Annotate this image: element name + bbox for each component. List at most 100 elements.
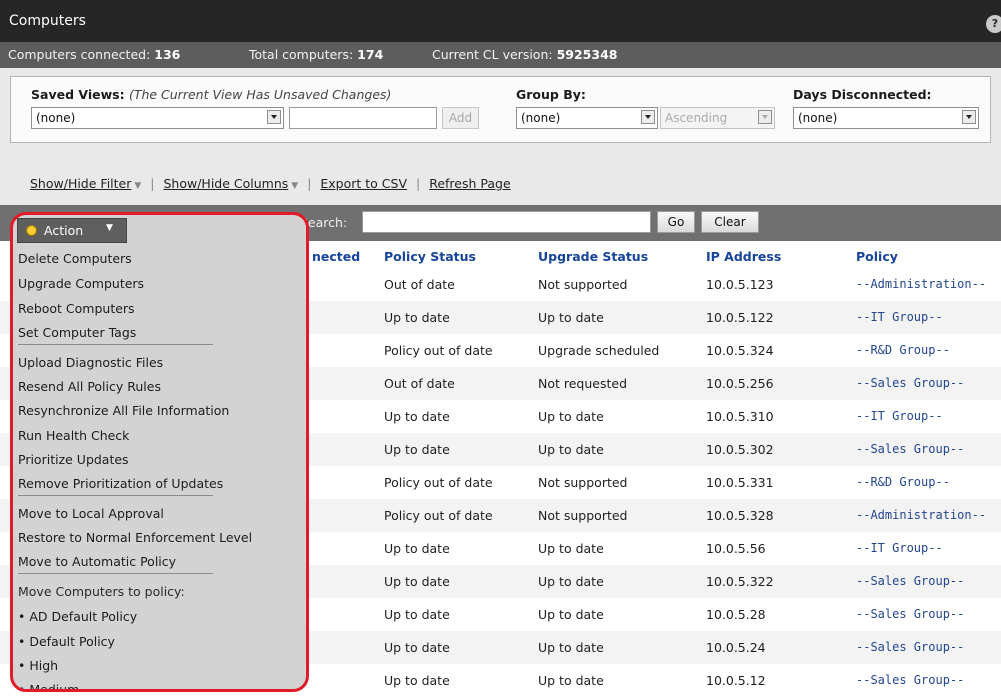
policy-cell[interactable]: --Administration-- [856,508,986,522]
action-menu: Action ▼ Delete Computers Upgrade Compute… [10,212,309,692]
view-links-bar: Show/Hide Filter ▼ | Show/Hide Columns ▼ |… [30,176,511,191]
policy-cell[interactable]: --Sales Group-- [856,640,964,654]
menu-item-resynchronize-all-file-information[interactable]: Resynchronize All File Information [18,403,229,418]
menu-separator [18,495,213,496]
upgrade-status-cell: Up to date [538,310,604,325]
menu-item-ad-default-policy[interactable]: • AD Default Policy [18,609,137,624]
policy-cell[interactable]: --IT Group-- [856,310,943,324]
sort-order-select[interactable]: Ascending [660,107,775,129]
upgrade-status-cell: Not supported [538,277,628,292]
caret-down-icon: ▼ [134,181,142,191]
policy-cell[interactable]: --IT Group-- [856,541,943,555]
upgrade-status-cell: Up to date [538,607,604,622]
cl-version-stat: Current CL version: 5925348 [432,47,618,62]
policy-status-cell: Up to date [384,673,450,688]
view-name-input[interactable] [289,107,437,129]
menu-item-restore-to-normal-enforcement-level[interactable]: Restore to Normal Enforcement Level [18,530,252,545]
menu-item-move-to-local-approval[interactable]: Move to Local Approval [18,506,164,521]
policy-status-cell: Up to date [384,640,450,655]
policy-status-cell: Up to date [384,541,450,556]
saved-views-select[interactable]: (none) [31,107,284,129]
menu-item-default-policy[interactable]: • Default Policy [18,634,115,649]
policy-cell[interactable]: --R&D Group-- [856,475,950,489]
policy-cell[interactable]: --Sales Group-- [856,376,964,390]
upgrade-status-cell: Up to date [538,673,604,688]
days-disconnected-select[interactable]: (none) [793,107,979,129]
policy-cell[interactable]: --R&D Group-- [856,343,950,357]
policy-cell[interactable]: --Administration-- [856,277,986,291]
clear-button[interactable]: Clear [701,211,759,233]
policy-status-cell: Policy out of date [384,343,493,358]
menu-item-run-health-check[interactable]: Run Health Check [18,428,129,443]
shield-icon [26,225,37,236]
ip-address-cell: 10.0.5.324 [706,343,774,358]
total-computers-stat: Total computers: 174 [249,47,384,62]
menu-item-upload-diagnostic-files[interactable]: Upload Diagnostic Files [18,355,163,370]
policy-cell[interactable]: --Sales Group-- [856,607,964,621]
menu-item-reboot-computers[interactable]: Reboot Computers [18,301,135,316]
menu-item-upgrade-computers[interactable]: Upgrade Computers [18,276,144,291]
policy-status-cell: Up to date [384,442,450,457]
column-header-upgrade-status[interactable]: Upgrade Status [538,249,648,264]
title-bar: Computers ? [0,0,1001,42]
menu-item-resend-all-policy-rules[interactable]: Resend All Policy Rules [18,379,161,394]
ip-address-cell: 10.0.5.28 [706,607,766,622]
group-by-select[interactable]: (none) [516,107,658,129]
ip-address-cell: 10.0.5.122 [706,310,774,325]
show-hide-filter-link[interactable]: Show/Hide Filter [30,176,131,191]
upgrade-status-cell: Up to date [538,541,604,556]
policy-status-cell: Up to date [384,574,450,589]
column-header-connected[interactable]: nected [312,249,360,264]
policy-cell[interactable]: --Sales Group-- [856,673,964,687]
ip-address-cell: 10.0.5.328 [706,508,774,523]
show-hide-columns-link[interactable]: Show/Hide Columns [163,176,288,191]
chevron-down-icon [962,110,976,124]
menu-item-medium[interactable]: • Medium [18,682,79,689]
policy-status-cell: Up to date [384,310,450,325]
upgrade-status-cell: Up to date [538,574,604,589]
menu-separator [18,344,213,345]
filter-box: Saved Views: (The Current View Has Unsav… [10,76,991,143]
caret-down-icon: ▼ [106,223,113,233]
column-header-policy[interactable]: Policy [856,249,898,264]
upgrade-status-cell: Up to date [538,409,604,424]
stats-bar: Computers connected: 136 Total computers… [0,42,1001,68]
policy-cell[interactable]: --IT Group-- [856,409,943,423]
action-button[interactable]: Action ▼ [17,218,127,243]
computers-connected-stat: Computers connected: 136 [8,47,181,62]
export-csv-link[interactable]: Export to CSV [320,176,407,191]
ip-address-cell: 10.0.5.24 [706,640,766,655]
chevron-down-icon [641,110,655,124]
policy-cell[interactable]: --Sales Group-- [856,574,964,588]
upgrade-status-cell: Not supported [538,475,628,490]
policy-status-cell: Up to date [384,607,450,622]
help-icon[interactable]: ? [986,15,1001,33]
policy-status-cell: Policy out of date [384,508,493,523]
policy-cell[interactable]: --Sales Group-- [856,442,964,456]
upgrade-status-cell: Not supported [538,508,628,523]
policy-status-cell: Out of date [384,277,455,292]
filter-panel: Saved Views: (The Current View Has Unsav… [0,68,1001,205]
policy-status-cell: Up to date [384,409,450,424]
ip-address-cell: 10.0.5.123 [706,277,774,292]
add-view-button[interactable]: Add [442,107,479,129]
go-button[interactable]: Go [657,211,695,233]
policy-status-cell: Policy out of date [384,475,493,490]
menu-item-delete-computers[interactable]: Delete Computers [18,251,132,266]
ip-address-cell: 10.0.5.256 [706,376,774,391]
menu-item-remove-prioritization-of-updates[interactable]: Remove Prioritization of Updates [18,476,223,491]
menu-item-move-to-automatic-policy[interactable]: Move to Automatic Policy [18,554,176,569]
days-disconnected-label: Days Disconnected: [793,87,932,102]
menu-item-prioritize-updates[interactable]: Prioritize Updates [18,452,129,467]
column-header-ip-address[interactable]: IP Address [706,249,781,264]
chevron-down-icon [758,110,772,124]
menu-item-set-computer-tags[interactable]: Set Computer Tags [18,325,136,340]
ip-address-cell: 10.0.5.331 [706,475,774,490]
ip-address-cell: 10.0.5.322 [706,574,774,589]
upgrade-status-cell: Not requested [538,376,628,391]
ip-address-cell: 10.0.5.310 [706,409,774,424]
refresh-page-link[interactable]: Refresh Page [429,176,510,191]
search-input[interactable] [362,211,651,233]
menu-item-high[interactable]: • High [18,658,58,673]
column-header-policy-status[interactable]: Policy Status [384,249,476,264]
